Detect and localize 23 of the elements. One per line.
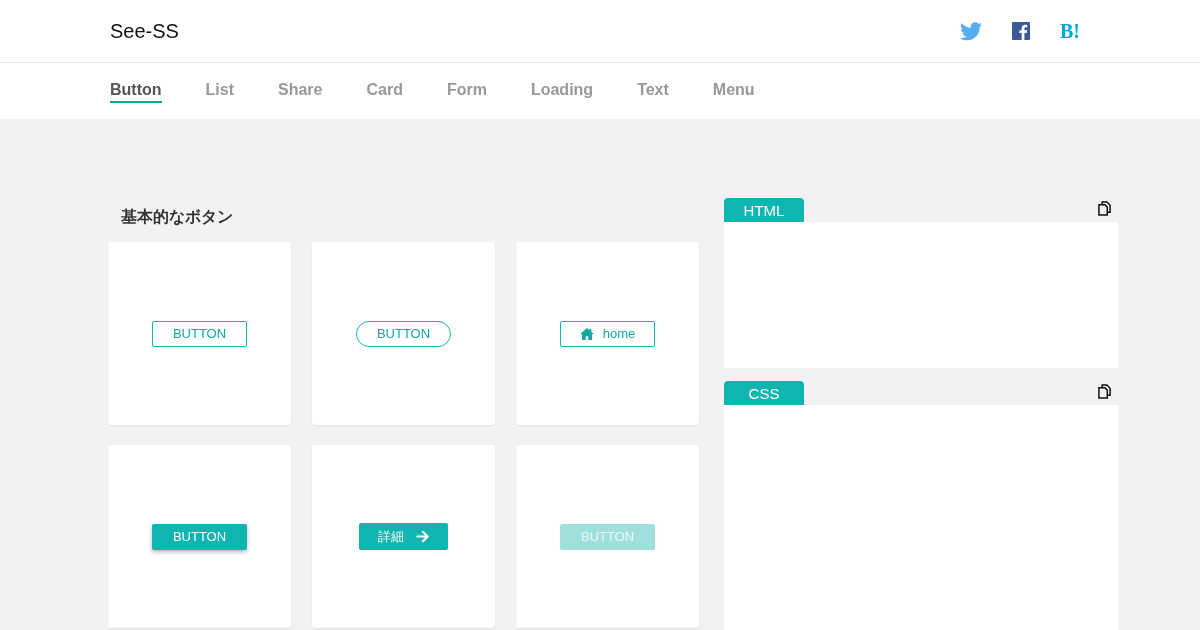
nav-tab[interactable]: List — [205, 81, 234, 103]
nav-tab[interactable]: Form — [446, 81, 487, 103]
code-tab-label: CSS — [724, 381, 804, 405]
copy-icon[interactable] — [1098, 201, 1111, 216]
arrow-icon — [416, 530, 429, 543]
nav-tab[interactable]: Share — [278, 81, 323, 103]
nav-tab[interactable]: Loading — [530, 81, 594, 103]
sample-button[interactable]: BUTTON — [152, 320, 247, 347]
sample-button[interactable]: BUTTON — [356, 320, 451, 347]
nav-tab[interactable]: Text — [637, 81, 669, 103]
section-heading: 基本的なボタン — [121, 207, 234, 228]
sample-button[interactable]: home — [560, 320, 655, 347]
site-logo[interactable]: See-SS — [110, 19, 179, 43]
sample-button[interactable]: 詳細 — [359, 523, 448, 550]
nav-tab[interactable]: Card — [366, 81, 403, 103]
nav-tab[interactable]: Button — [110, 81, 162, 103]
sample-button[interactable]: BUTTON — [152, 523, 247, 550]
code-tab-label: HTML — [724, 198, 804, 222]
nav-tab[interactable]: Menu — [712, 81, 755, 103]
home-icon — [579, 327, 594, 340]
copy-icon[interactable] — [1098, 384, 1111, 399]
bookmark-link[interactable]: B! — [1060, 19, 1080, 43]
facebook-icon[interactable] — [1012, 22, 1030, 40]
